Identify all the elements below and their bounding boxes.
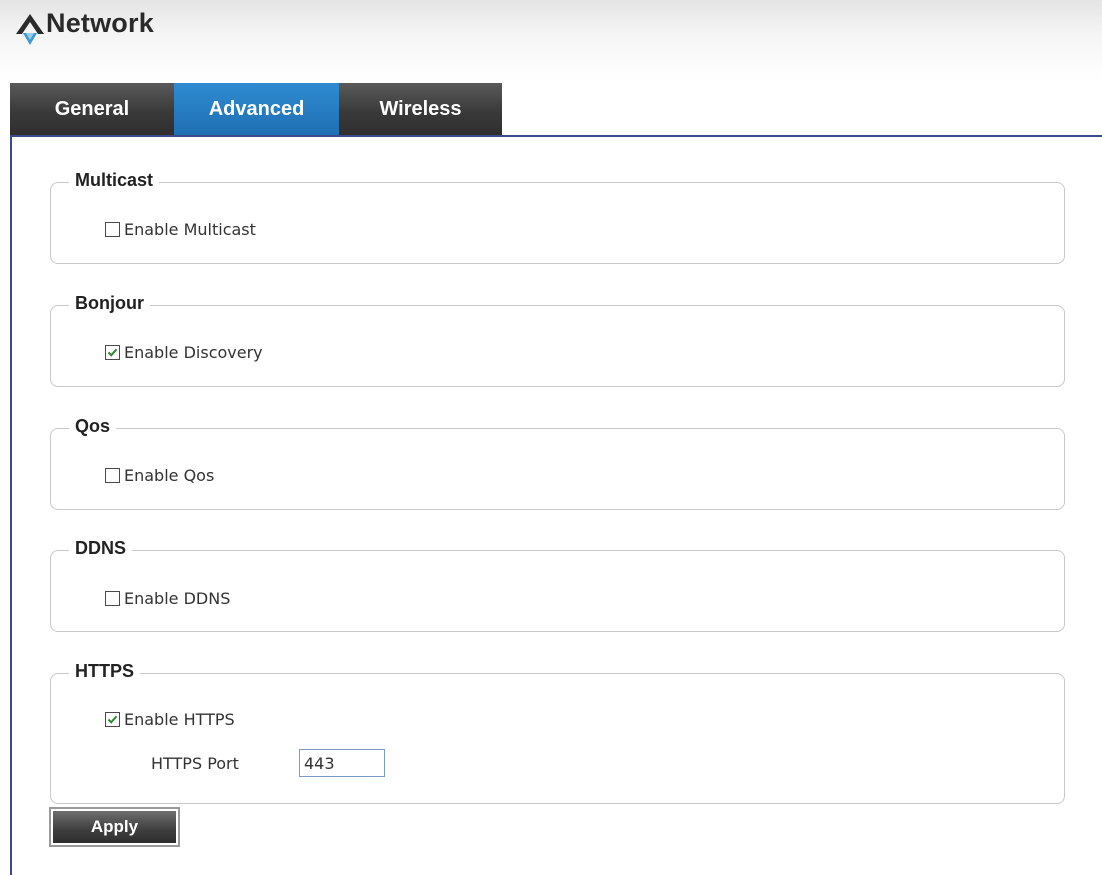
https-legend: HTTPS <box>69 661 141 682</box>
tab-advanced[interactable]: Advanced <box>174 83 339 135</box>
enable-multicast-checkbox[interactable] <box>105 221 120 237</box>
page-title: Network <box>46 8 154 38</box>
enable-https-label: Enable HTTPS <box>124 709 235 729</box>
enable-ddns-label: Enable DDNS <box>124 588 231 608</box>
qos-option: Enable Qos <box>105 464 214 486</box>
network-logo-icon <box>16 14 44 45</box>
ddns-legend: DDNS <box>69 538 133 559</box>
bonjour-legend: Bonjour <box>69 293 150 314</box>
multicast-legend: Multicast <box>69 170 160 191</box>
tab-general[interactable]: General <box>10 83 174 135</box>
https-port-input[interactable] <box>299 749 385 777</box>
https-fieldset: HTTPS Enable HTTPS HTTPS Port <box>50 661 1065 804</box>
checkmark-icon <box>107 348 118 357</box>
apply-button-frame: Apply <box>49 807 180 847</box>
qos-fieldset: Qos Enable Qos <box>50 416 1065 510</box>
ddns-fieldset: DDNS Enable DDNS <box>50 538 1065 632</box>
enable-https-checkbox[interactable] <box>105 711 120 727</box>
tab-wireless[interactable]: Wireless <box>339 83 502 135</box>
https-port-label: HTTPS Port <box>151 753 239 773</box>
bonjour-option: Enable Discovery <box>105 341 263 363</box>
https-port-row: HTTPS Port <box>151 747 385 779</box>
enable-qos-label: Enable Qos <box>124 465 215 485</box>
enable-ddns-checkbox[interactable] <box>105 590 120 606</box>
page-header: Network <box>0 0 1102 80</box>
enable-discovery-label: Enable Discovery <box>124 342 263 362</box>
https-option: Enable HTTPS <box>105 708 235 730</box>
qos-legend: Qos <box>69 416 117 437</box>
multicast-option: Enable Multicast <box>105 218 256 240</box>
ddns-option: Enable DDNS <box>105 587 230 609</box>
bonjour-fieldset: Bonjour Enable Discovery <box>50 293 1065 387</box>
enable-multicast-label: Enable Multicast <box>124 219 256 239</box>
tab-bar: General Advanced Wireless <box>10 83 502 135</box>
apply-button[interactable]: Apply <box>53 811 176 843</box>
enable-qos-checkbox[interactable] <box>105 467 120 483</box>
multicast-fieldset: Multicast Enable Multicast <box>50 170 1065 264</box>
enable-discovery-checkbox[interactable] <box>105 344 120 360</box>
checkmark-icon <box>107 715 118 724</box>
